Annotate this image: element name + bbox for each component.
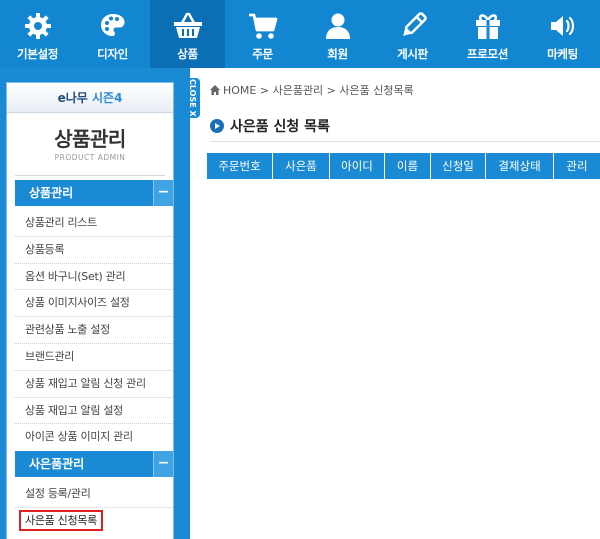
nav-label: 상품 [177, 47, 198, 61]
gear-icon [21, 9, 55, 43]
section-gift-manage[interactable]: 사은품관리 − [15, 451, 173, 477]
sidebar: e나무 시즌4 상품관리 PRODUCT ADMIN 상품관리 − 상품관리 리… [0, 68, 190, 539]
nav-item-settings[interactable]: 기본설정 [0, 0, 75, 68]
sidebar-title: 상품관리 [54, 127, 126, 151]
divider [210, 141, 600, 142]
section-product-manage[interactable]: 상품관리 − [15, 180, 173, 206]
page-title-text: 사은품 신청 목록 [230, 119, 330, 135]
column-gift[interactable]: 사은품 [273, 153, 330, 179]
menu-item-icon-image[interactable]: 아이콘 상품 이미지 관리 [15, 424, 173, 451]
nav-item-order[interactable]: 주문 [225, 0, 300, 68]
nav-item-product[interactable]: 상품 [150, 0, 225, 68]
column-manage[interactable]: 관리 [554, 153, 600, 179]
basket-icon [171, 9, 205, 43]
collapse-button[interactable]: − [153, 451, 173, 477]
column-payment-status[interactable]: 결제상태 [486, 153, 554, 179]
nav-item-member[interactable]: 회원 [300, 0, 375, 68]
nav-item-marketing[interactable]: 마케팅 [525, 0, 600, 68]
menu-item-restock-settings[interactable]: 상품 재입고 알림 설정 [15, 398, 173, 425]
close-sidebar-button[interactable]: CLOSE X [184, 78, 200, 118]
nav-label: 기본설정 [16, 47, 59, 61]
nav-item-design[interactable]: 디자인 [75, 0, 150, 68]
column-user-id[interactable]: 아이디 [330, 153, 385, 179]
menu-item-image-size[interactable]: 상품 이미지사이즈 설정 [15, 290, 173, 318]
nav-label: 게시판 [397, 47, 428, 61]
home-icon [210, 85, 220, 98]
nav-label: 프로모션 [466, 47, 509, 61]
section-title: 사은품관리 [29, 457, 85, 471]
sidebar-panel: e나무 시즌4 상품관리 PRODUCT ADMIN 상품관리 − 상품관리 리… [6, 82, 174, 539]
menu-list-product: 상품관리 리스트 상품등록 옵션 바구니(Set) 관리 상품 이미지사이즈 설… [15, 210, 173, 451]
brand-season: 시즌4 [91, 91, 123, 105]
column-request-date[interactable]: 신청일 [431, 153, 486, 179]
top-nav: 기본설정 디자인 상품 주문 회원 게시판 프로모션 마케팅 [0, 0, 600, 68]
arrow-bullet-icon [210, 119, 224, 133]
collapse-button[interactable]: − [153, 180, 173, 206]
menu-item-brand[interactable]: 브랜드관리 [15, 344, 173, 371]
column-name[interactable]: 이름 [385, 153, 431, 179]
sidebar-subtitle: PRODUCT ADMIN [54, 153, 126, 162]
nav-label: 회원 [327, 47, 348, 61]
breadcrumb: HOME > 사은품관리 > 사은품 신청목록 [210, 82, 414, 98]
nav-item-board[interactable]: 게시판 [375, 0, 450, 68]
column-order-number[interactable]: 주문번호 [207, 153, 273, 179]
gift-icon [471, 9, 505, 43]
nav-label: 마케팅 [547, 47, 578, 61]
nav-label: 주문 [252, 47, 273, 61]
menu-item-restock-manage[interactable]: 상품 재입고 알림 신청 관리 [15, 371, 173, 398]
menu-item-gift-settings[interactable]: 설정 등록/관리 [15, 481, 173, 508]
menu-item-product-register[interactable]: 상품등록 [15, 237, 173, 264]
menu-item-label: 사은품 신청목록 [19, 509, 103, 531]
menu-item-related-display[interactable]: 관련상품 노출 설정 [15, 317, 173, 344]
divider [15, 175, 165, 176]
menu-item-option-basket[interactable]: 옵션 바구니(Set) 관리 [15, 264, 173, 291]
page-title: 사은품 신청 목록 [210, 116, 330, 136]
nav-label: 디자인 [97, 47, 128, 61]
person-icon [321, 9, 355, 43]
nav-item-promotion[interactable]: 프로모션 [450, 0, 525, 68]
breadcrumb-text: HOME > 사은품관리 > 사은품 신청목록 [223, 84, 414, 97]
brand-prefix: e나무 [57, 91, 92, 105]
brand-box: e나무 시즌4 [7, 83, 173, 113]
speaker-icon [546, 9, 580, 43]
section-title: 상품관리 [29, 186, 74, 200]
menu-item-product-list[interactable]: 상품관리 리스트 [15, 210, 173, 237]
cart-icon [246, 9, 280, 43]
menu-list-gift: 설정 등록/관리 사은품 신청목록 [15, 481, 173, 535]
pencil-icon [396, 9, 430, 43]
palette-icon [96, 9, 130, 43]
table-header: 주문번호 사은품 아이디 이름 신청일 결제상태 관리 [207, 153, 600, 179]
menu-item-gift-requests[interactable]: 사은품 신청목록 [15, 508, 173, 535]
